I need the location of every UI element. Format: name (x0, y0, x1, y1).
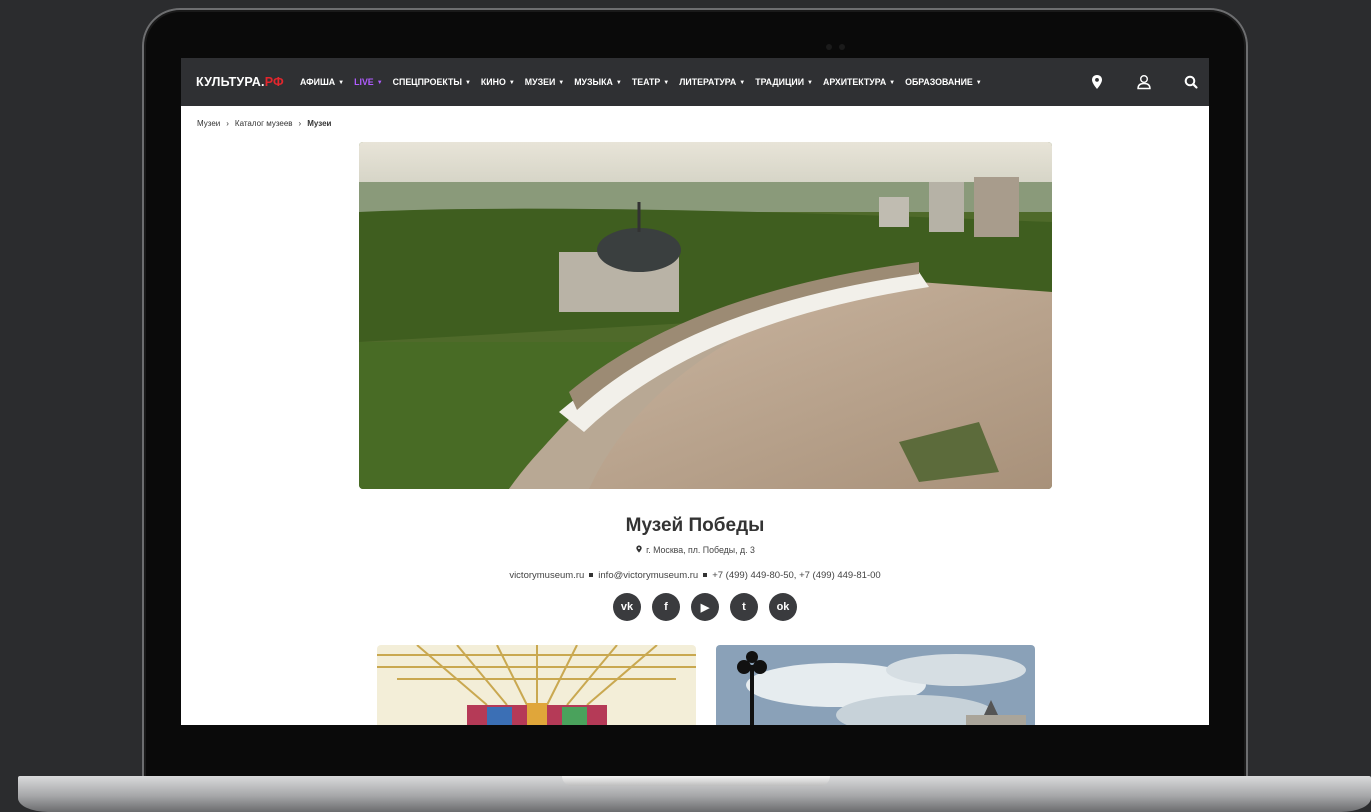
gallery-image-monument[interactable] (716, 645, 1035, 725)
website-link[interactable]: victorymuseum.ru (509, 570, 584, 581)
address-text: г. Москва, пл. Победы, д. 3 (646, 545, 755, 555)
main-menu: АФИША ▼ LIVE ▼ СПЕЦПРОЕКТЫ ▼ КИНО ▼ МУЗЕИ ▼ М… (300, 77, 992, 87)
laptop-notch (562, 776, 830, 786)
site-logo[interactable]: КУЛЬТУРА.РФ (196, 75, 284, 89)
chevron-down-icon: ▼ (663, 80, 670, 86)
breadcrumb-separator: › (298, 119, 302, 128)
user-icon[interactable] (1135, 73, 1153, 91)
chevron-down-icon: ▼ (508, 80, 515, 86)
menu-item-live[interactable]: LIVE ▼ (354, 77, 383, 87)
museum-title: Музей Победы (625, 515, 765, 536)
camera-dot (839, 44, 845, 50)
chevron-down-icon: ▼ (338, 80, 345, 86)
chevron-down-icon: ▼ (615, 80, 622, 86)
breadcrumb-current: Музеи (307, 119, 332, 128)
vk-icon[interactable]: vk (613, 593, 641, 621)
menu-item-muzei[interactable]: МУЗЕИ ▼ (525, 77, 564, 87)
camera-dot (826, 44, 832, 50)
social-links: vk f ▶ t ok (613, 593, 797, 621)
menu-item-traditsii[interactable]: ТРАДИЦИИ ▼ (755, 77, 813, 87)
twitter-icon[interactable]: t (730, 593, 758, 621)
chevron-down-icon: ▼ (739, 80, 746, 86)
phone-numbers[interactable]: +7 (499) 449-80-50, +7 (499) 449-81-00 (712, 570, 880, 581)
chevron-down-icon: ▼ (889, 80, 896, 86)
chevron-down-icon: ▼ (975, 80, 982, 86)
museum-contacts: victorymuseum.ru info@victorymuseum.ru +7 … (181, 570, 1209, 581)
separator-dot (703, 573, 708, 578)
odnoklassniki-icon[interactable]: ok (769, 593, 797, 621)
menu-item-kino[interactable]: КИНО ▼ (481, 77, 515, 87)
logo-text: КУЛЬТУРА. (196, 75, 265, 89)
browser-viewport: КУЛЬТУРА.РФ АФИША ▼ LIVE ▼ СПЕЦПРОЕКТЫ ▼ КИ… (181, 58, 1209, 725)
menu-item-obrazovanie[interactable]: ОБРАЗОВАНИЕ ▼ (905, 77, 982, 87)
chevron-down-icon: ▼ (807, 80, 813, 86)
menu-item-teatr[interactable]: ТЕАТР ▼ (632, 77, 669, 87)
location-pin-icon[interactable] (1088, 73, 1106, 91)
chevron-down-icon: ▼ (558, 80, 565, 86)
gallery-image-hall[interactable] (377, 645, 696, 725)
menu-item-muzyka[interactable]: МУЗЫКА ▼ (574, 77, 622, 87)
chevron-down-icon: ▼ (376, 80, 383, 86)
breadcrumb-link-muzei[interactable]: Музеи (197, 119, 220, 128)
museum-address: г. Москва, пл. Победы, д. 3 (181, 544, 1209, 555)
menu-item-literatura[interactable]: ЛИТЕРАТУРА ▼ (679, 77, 745, 87)
menu-item-specprojects[interactable]: СПЕЦПРОЕКТЫ ▼ (393, 77, 471, 87)
separator-dot (589, 573, 594, 578)
breadcrumb-separator: › (226, 119, 229, 128)
email-link[interactable]: info@victorymuseum.ru (598, 570, 698, 581)
menu-item-arkhitektura[interactable]: АРХИТЕКТУРА ▼ (823, 77, 895, 87)
youtube-icon[interactable]: ▶ (691, 593, 719, 621)
breadcrumb: Музеи › Каталог музеев › Музеи (197, 119, 331, 128)
location-pin-icon (636, 545, 642, 553)
museum-hero-image (359, 142, 1052, 489)
logo-accent: РФ (264, 75, 284, 89)
breadcrumb-link-catalog[interactable]: Каталог музеев (235, 119, 293, 128)
top-navigation: КУЛЬТУРА.РФ АФИША ▼ LIVE ▼ СПЕЦПРОЕКТЫ ▼ КИ… (181, 58, 1209, 106)
search-icon[interactable] (1182, 73, 1200, 91)
chevron-down-icon: ▼ (464, 80, 471, 86)
menu-item-afisha[interactable]: АФИША ▼ (300, 77, 344, 87)
facebook-icon[interactable]: f (652, 593, 680, 621)
